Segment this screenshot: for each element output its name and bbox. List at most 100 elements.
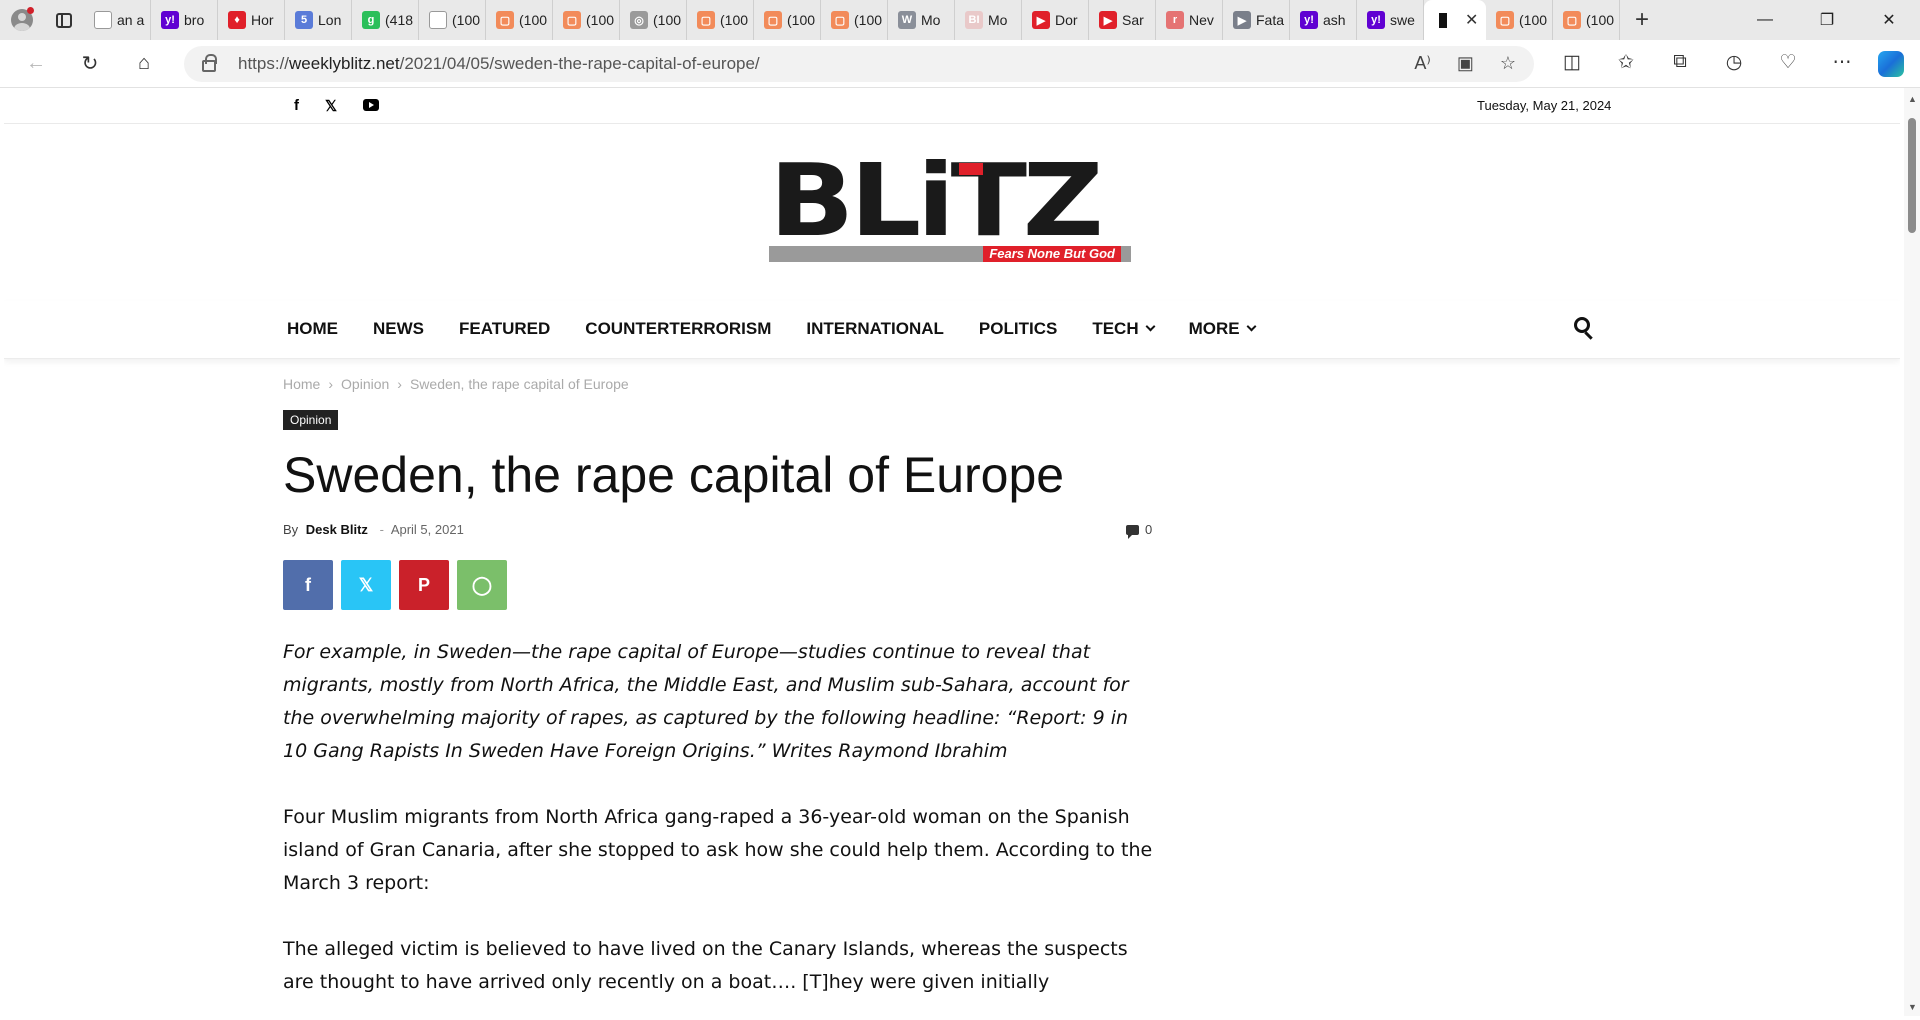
- tab-label: (100: [1586, 12, 1615, 28]
- nav-item-international[interactable]: INTERNATIONAL: [806, 319, 944, 339]
- browser-tab[interactable]: r Nev: [1156, 0, 1223, 40]
- share-whatsapp-button[interactable]: ◯: [457, 560, 507, 610]
- tab-list: an a y! bro ♦ Hor 5 Lon g (418 (100 ▢ (100 ▢ (100 ◎ (10…: [84, 0, 1620, 40]
- profile-button[interactable]: [0, 0, 44, 40]
- tag-icon: ▶: [1233, 11, 1251, 29]
- nav-item-label: FEATURED: [459, 319, 551, 338]
- tab-label: (100: [586, 12, 615, 28]
- site-logo[interactable]: BLiTZ Fears None But God: [769, 151, 1131, 262]
- restore-button[interactable]: ❐: [1796, 0, 1858, 40]
- youtube-icon[interactable]: [363, 99, 380, 111]
- browser-tab[interactable]: y! swe: [1357, 0, 1424, 40]
- scroll-up-icon[interactable]: ▲: [1908, 94, 1917, 104]
- tab-label: (100: [653, 12, 682, 28]
- page-icon: [429, 11, 447, 29]
- favorite-star-icon[interactable]: ☆: [1500, 53, 1516, 74]
- facebook-icon[interactable]: f: [294, 97, 299, 115]
- browser-tab[interactable]: ◎ (100: [620, 0, 687, 40]
- refresh-button[interactable]: ↻: [72, 46, 108, 82]
- browser-tab[interactable]: ▶ Dor: [1022, 0, 1089, 40]
- share-facebook-button[interactable]: f: [283, 560, 333, 610]
- browser-tab[interactable]: 5 Lon: [285, 0, 352, 40]
- nav-item-label: MORE: [1188, 319, 1240, 338]
- meta-separator: -: [379, 522, 384, 537]
- tab-label: (418: [385, 12, 414, 28]
- yahoo-icon: y!: [1367, 11, 1385, 29]
- tab-actions-icon: [56, 12, 72, 28]
- category-badge[interactable]: Opinion: [283, 410, 339, 430]
- read-aloud-icon[interactable]: A⁾: [1414, 53, 1430, 74]
- substack-icon: ▢: [1496, 11, 1514, 29]
- browser-tab[interactable]: ♦ Hor: [218, 0, 285, 40]
- browser-tab-strip: an a y! bro ♦ Hor 5 Lon g (418 (100 ▢ (100 ▢ (100 ◎ (10…: [0, 0, 1920, 40]
- social-links: f 𝕏: [294, 97, 380, 115]
- browser-tab[interactable]: an a: [84, 0, 151, 40]
- nav-item-politics[interactable]: POLITICS: [979, 319, 1057, 339]
- browser-tab[interactable]: ▢ (100: [1486, 0, 1553, 40]
- immersive-reader-icon[interactable]: ▣: [1457, 53, 1474, 74]
- search-icon[interactable]: [1574, 317, 1593, 340]
- x-twitter-icon[interactable]: 𝕏: [325, 97, 337, 115]
- share-pinterest-button[interactable]: P: [399, 560, 449, 610]
- split-screen-icon[interactable]: ◫: [1554, 51, 1590, 77]
- browser-tab[interactable]: BI Mo: [955, 0, 1022, 40]
- globe-icon: ◎: [630, 11, 648, 29]
- minimize-button[interactable]: —: [1734, 0, 1796, 40]
- by-label: By: [283, 522, 299, 537]
- breadcrumb: Home › Opinion › Sweden, the rape capital of…: [283, 376, 637, 392]
- more-menu-icon[interactable]: ⋯: [1824, 51, 1860, 77]
- home-button[interactable]: ⌂: [126, 46, 162, 82]
- nav-item-label: NEWS: [373, 319, 424, 338]
- collections-icon[interactable]: ⧉: [1662, 51, 1698, 77]
- favorites-icon[interactable]: ✩: [1608, 51, 1644, 77]
- browser-tab[interactable]: (100: [419, 0, 486, 40]
- browser-tab[interactable]: ▶ Sar: [1089, 0, 1156, 40]
- article-body: For example, in Sweden—the rape capital …: [283, 636, 1158, 1016]
- breadcrumb-item[interactable]: Opinion: [341, 376, 389, 392]
- browser-tab[interactable]: W Mo: [888, 0, 955, 40]
- close-window-button[interactable]: ✕: [1858, 0, 1920, 40]
- wordpress-icon: W: [898, 11, 916, 29]
- browser-tab[interactable]: y! ash: [1290, 0, 1357, 40]
- scroll-down-icon[interactable]: ▼: [1908, 1002, 1917, 1012]
- history-icon[interactable]: ◷: [1716, 51, 1752, 77]
- browser-tab[interactable]: ▢ (100: [486, 0, 553, 40]
- close-tab-icon[interactable]: ✕: [1465, 10, 1478, 30]
- browser-tab[interactable]: g (418: [352, 0, 419, 40]
- copilot-icon[interactable]: [1878, 50, 1904, 77]
- browser-tab[interactable]: y! bro: [151, 0, 218, 40]
- tab-actions-button[interactable]: [44, 0, 84, 40]
- new-tab-button[interactable]: +: [1620, 0, 1664, 40]
- address-bar[interactable]: https://weeklyblitz.net/2021/04/05/swede…: [184, 45, 1534, 82]
- author-link[interactable]: Desk Blitz: [306, 522, 368, 537]
- browser-tab[interactable]: ▢ (100: [821, 0, 888, 40]
- browser-tab[interactable]: ▶ Fata: [1223, 0, 1290, 40]
- nav-item-news[interactable]: NEWS: [373, 319, 424, 339]
- substack-icon: ▢: [496, 11, 514, 29]
- page-scrollbar[interactable]: ▲ ▼: [1904, 88, 1920, 1016]
- nav-item-home[interactable]: HOME: [287, 319, 338, 339]
- back-button[interactable]: ←: [18, 46, 54, 82]
- nav-item-counterterrorism[interactable]: COUNTERTERRORISM: [585, 319, 771, 339]
- browser-tab[interactable]: ▢ (100: [553, 0, 620, 40]
- active-browser-tab[interactable]: ✕: [1424, 0, 1486, 40]
- browser-tab[interactable]: ▢ (100: [1553, 0, 1620, 40]
- yahoo-icon: y!: [1300, 11, 1318, 29]
- scrollbar-thumb[interactable]: [1908, 118, 1916, 233]
- performance-icon[interactable]: ♡: [1770, 51, 1806, 77]
- pinterest-icon: P: [417, 574, 430, 595]
- browser-tab[interactable]: ▢ (100: [687, 0, 754, 40]
- share-x-button[interactable]: 𝕏: [341, 560, 391, 610]
- nav-item-tech[interactable]: TECH: [1092, 319, 1156, 339]
- comment-count-link[interactable]: 0: [1126, 522, 1152, 539]
- breadcrumb-item[interactable]: Home: [283, 376, 320, 392]
- substack-icon: ▢: [1563, 11, 1581, 29]
- browser-tab[interactable]: ▢ (100: [754, 0, 821, 40]
- nav-item-featured[interactable]: FEATURED: [459, 319, 550, 339]
- nav-item-more[interactable]: MORE: [1188, 319, 1257, 339]
- current-date: Tuesday, May 21, 2024: [1477, 98, 1612, 113]
- tab-label: Fata: [1256, 12, 1285, 28]
- logo-i-dot: [959, 163, 983, 175]
- article-paragraph: Four Muslim migrants from North Africa g…: [283, 806, 1153, 894]
- blitz-favicon-icon: [1434, 11, 1452, 29]
